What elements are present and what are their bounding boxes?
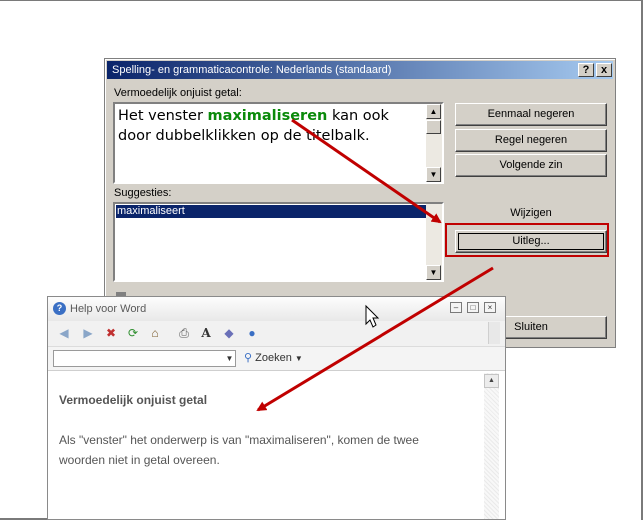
help-body: Als "venster" het onderwerp is van "maxi… <box>59 433 419 467</box>
help-heading: Vermoedelijk onjuist getal <box>59 393 208 407</box>
search-label: Zoeken <box>255 352 292 364</box>
suggestion-item[interactable]: maximaliseert <box>116 205 427 218</box>
book-icon[interactable]: ◆ <box>221 325 237 341</box>
scroll-up-icon[interactable]: ▲ <box>426 104 441 119</box>
next-sentence-button[interactable]: Volgende zin <box>455 154 607 177</box>
home-icon[interactable]: ⌂ <box>147 325 163 341</box>
maximize-icon[interactable]: □ <box>467 302 479 313</box>
search-options-icon: ▼ <box>294 354 303 363</box>
ignore-rule-button[interactable]: Regel negeren <box>455 129 607 152</box>
pin-icon[interactable]: ● <box>244 325 260 341</box>
search-button[interactable]: ⚲ Zoeken ▼ <box>244 351 303 366</box>
help-button[interactable]: ? <box>578 63 594 77</box>
search-input[interactable] <box>53 350 236 367</box>
back-icon[interactable]: ◀ <box>56 325 72 341</box>
frame-top-edge <box>0 0 643 1</box>
help-scroll-up-icon[interactable]: ▲ <box>484 374 499 388</box>
error-label: Vermoedelijk onjuist getal: <box>114 87 242 99</box>
toolbar-scroll-edge <box>488 322 500 344</box>
sentence-error-word: maximaliseren <box>207 108 328 124</box>
close-icon[interactable]: × <box>484 302 496 313</box>
dialog-title: Spelling- en grammaticacontrole: Nederla… <box>112 64 392 76</box>
sentence-before: Het venster <box>118 108 208 124</box>
search-icon: ⚲ <box>244 352 253 364</box>
font-size-icon[interactable]: A <box>198 325 214 341</box>
search-dropdown-icon[interactable]: ▼ <box>224 351 235 366</box>
annotation-highlight-box <box>445 223 609 257</box>
forward-icon[interactable]: ▶ <box>80 325 96 341</box>
help-app-icon: ? <box>53 302 66 315</box>
scroll-down-icon[interactable]: ▼ <box>426 167 441 182</box>
suggestions-scroll-down-icon[interactable]: ▼ <box>426 265 441 280</box>
help-content-scrollbar[interactable] <box>484 373 499 519</box>
minimize-icon[interactable]: – <box>450 302 462 313</box>
error-sentence[interactable]: Het venster maximaliseren kan ook door d… <box>118 106 418 146</box>
close-button[interactable]: x <box>596 63 612 77</box>
stop-icon[interactable]: ✖ <box>103 325 119 341</box>
refresh-icon[interactable]: ⟳ <box>125 325 141 341</box>
scroll-thumb[interactable] <box>426 120 441 134</box>
suggestions-label: Suggesties: <box>114 187 172 199</box>
print-icon[interactable]: ⎙ <box>176 325 192 341</box>
ignore-once-button[interactable]: Eenmaal negeren <box>455 103 607 126</box>
help-title: Help voor Word <box>70 303 147 315</box>
